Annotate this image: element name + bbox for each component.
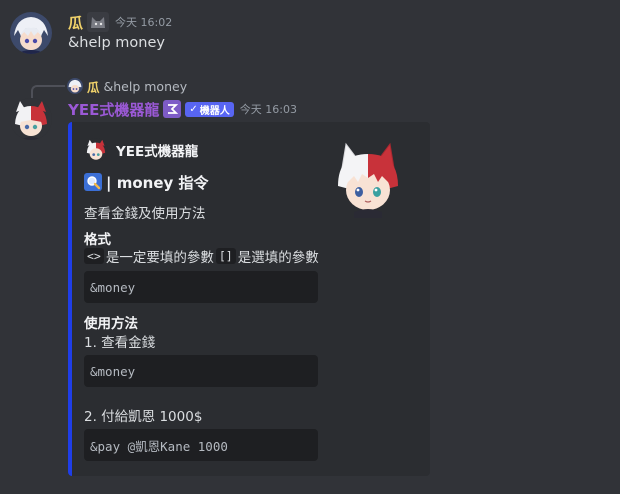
embed-author-name[interactable]: YEE式機器龍 <box>116 140 198 160</box>
inline-code-optional: [] <box>215 248 236 264</box>
embed-author: YEE式機器龍 <box>84 138 198 162</box>
message-timestamp[interactable]: 今天 16:03 <box>240 101 297 117</box>
embed-title: | money 指令 <box>84 170 209 194</box>
usage-step-1: 1. 查看金錢 <box>84 335 156 351</box>
user-avatar[interactable] <box>10 12 52 54</box>
message-timestamp[interactable]: 今天 16:02 <box>115 14 172 30</box>
embed-title-text: | money 指令 <box>106 173 209 192</box>
bot-avatar[interactable] <box>10 98 52 140</box>
reply-spine <box>31 85 65 99</box>
bot-username[interactable]: YEE式機器龍 <box>68 99 159 120</box>
bot-tag-label: 機器人 <box>199 105 230 117</box>
reply-reference[interactable]: 瓜 &help money <box>67 77 187 95</box>
field-format-name: 格式 <box>84 232 111 248</box>
format-text-2: 是選填的參數 <box>237 250 319 266</box>
code-block-usage-2[interactable]: &pay @凱恩Kane 1000 <box>84 429 318 461</box>
inline-code-required: <> <box>84 248 104 264</box>
embed-author-icon <box>84 138 108 162</box>
code-block-usage-1[interactable]: &money <box>84 355 318 387</box>
reply-avatar <box>67 78 83 94</box>
reply-username[interactable]: 瓜 <box>87 77 100 96</box>
embed-description: 查看金錢及使用方法 <box>84 206 206 222</box>
magnifier-icon <box>84 173 102 191</box>
embed: YEE式機器龍 | money 指令 查看金錢及使用方法 格式 <> 是一定要填… <box>68 122 430 476</box>
cat-badge-icon <box>87 12 110 32</box>
message-header: 瓜 今天 16:02 <box>68 11 172 33</box>
message-header: YEE式機器龍 ✓ 機器人 今天 16:03 <box>68 98 297 120</box>
field-format-value: <> 是一定要填的參數 [] 是選填的參數 <box>84 246 319 266</box>
bot-tag[interactable]: ✓ 機器人 <box>185 101 234 117</box>
chat-view: 瓜 今天 16:02 &help money 瓜 &help money YEE… <box>0 0 620 494</box>
username[interactable]: 瓜 <box>68 12 83 33</box>
code-block-format[interactable]: &money <box>84 271 318 303</box>
embed-accent-bar <box>68 122 72 476</box>
message-content: &help money <box>68 35 165 51</box>
role-icon[interactable] <box>163 100 182 118</box>
format-text-1: 是一定要填的參數 <box>105 250 214 266</box>
reply-content: &help money <box>103 78 188 94</box>
embed-thumbnail[interactable] <box>328 138 408 218</box>
verified-check-icon: ✓ <box>189 103 198 115</box>
field-usage-name: 使用方法 <box>84 316 138 332</box>
usage-step-2: 2. 付給凱恩 1000$ <box>84 409 203 425</box>
